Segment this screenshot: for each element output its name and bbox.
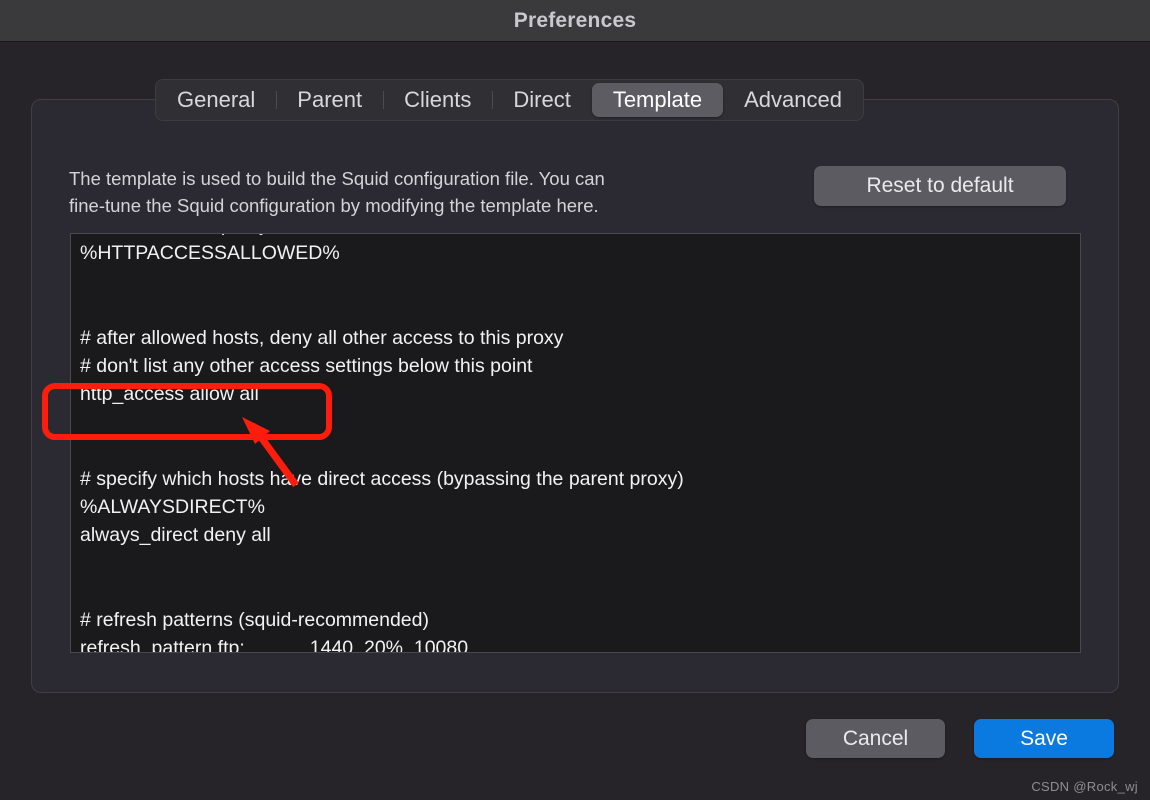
- cancel-button[interactable]: Cancel: [806, 719, 945, 758]
- reset-to-default-button[interactable]: Reset to default: [814, 166, 1066, 206]
- window-title: Preferences: [513, 9, 637, 32]
- preferences-window: Preferences General Parent Clients Direc…: [0, 0, 1150, 800]
- preferences-tabbar: General Parent Clients Direct Template A…: [155, 79, 864, 121]
- tab-advanced[interactable]: Advanced: [723, 83, 863, 117]
- template-description: The template is used to build the Squid …: [69, 168, 605, 216]
- template-panel: The template is used to build the Squid …: [31, 99, 1119, 693]
- template-textarea[interactable]: # Access to this proxy server %HTTPACCES…: [70, 233, 1081, 653]
- tab-general[interactable]: General: [156, 83, 276, 117]
- watermark-label: CSDN @Rock_wj: [1031, 779, 1138, 794]
- tab-parent[interactable]: Parent: [276, 83, 383, 117]
- window-titlebar: Preferences: [0, 0, 1150, 42]
- tab-direct[interactable]: Direct: [492, 83, 591, 117]
- template-text-content: # Access to this proxy server %HTTPACCES…: [80, 234, 684, 653]
- tab-clients[interactable]: Clients: [383, 83, 492, 117]
- save-button[interactable]: Save: [974, 719, 1114, 758]
- tab-template[interactable]: Template: [591, 83, 724, 117]
